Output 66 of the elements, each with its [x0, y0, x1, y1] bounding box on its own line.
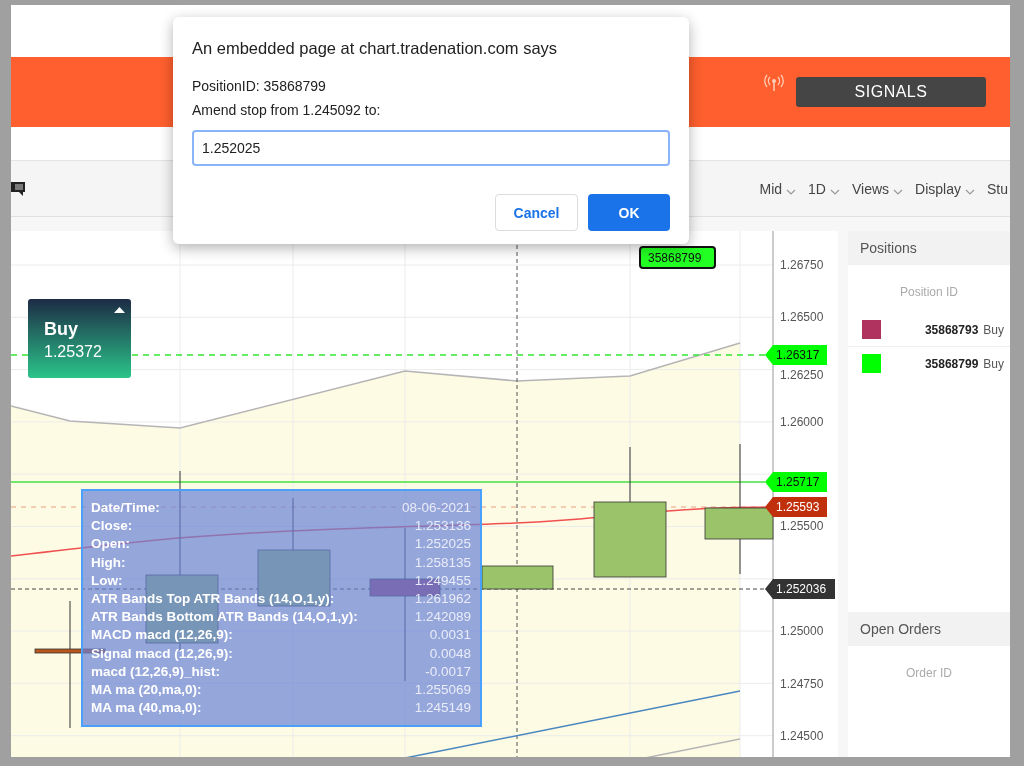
buy-label: Buy — [44, 319, 79, 340]
tooltip-label: ATR Bands Bottom ATR Bands (14,O,1,y): — [91, 608, 358, 627]
tooltip-label: Low: — [91, 571, 123, 590]
chevron-down-icon — [965, 188, 975, 195]
price-axis-label: 1.26000 — [780, 415, 824, 429]
tooltip-label: Open: — [91, 535, 130, 554]
position-side: Buy — [983, 322, 1004, 337]
position-tag: 35868799 — [639, 246, 716, 269]
tooltip-value: 1.255069 — [414, 681, 471, 700]
tooltip-label: ATR Bands Top ATR Bands (14,O,1,y): — [91, 590, 335, 608]
caret-up-icon — [114, 307, 125, 313]
tooltip-label: MA ma (40,ma,0): — [91, 699, 202, 718]
price-axis-label: 1.25000 — [780, 624, 824, 638]
toolbar-dropdown[interactable]: Views — [852, 180, 904, 197]
signals-button[interactable]: SIGNALS — [796, 77, 986, 107]
tooltip-value: 1.258135 — [414, 553, 471, 572]
price-axis-label: 1.25500 — [780, 519, 824, 533]
toolbar-dropdown[interactable]: 1D — [808, 180, 840, 197]
price-tag: 1.25717 — [765, 472, 827, 492]
position-id: 35868799 — [924, 356, 979, 371]
chevron-down-icon — [893, 188, 904, 195]
signal-icon — [764, 74, 784, 92]
chevron-down-icon — [786, 188, 797, 195]
tooltip-label: Date/Time: — [91, 499, 160, 517]
toolbar-dropdown[interactable]: Mid — [759, 180, 797, 197]
dialog-message: Amend stop from 1.245092 to: — [192, 102, 382, 118]
tooltip-value: 1.261962 — [414, 590, 471, 608]
tooltip-value: 0.0048 — [429, 644, 471, 663]
tooltip-value: 1.242089 — [414, 608, 471, 627]
tooltip-value: 1.252025 — [414, 535, 471, 554]
tooltip-value: 08-06-2021 — [401, 499, 471, 517]
input-field[interactable]: 1.252025 — [192, 130, 670, 166]
dialog-message: PositionID: 35868799 — [192, 78, 327, 94]
toolbar-dropdown[interactable]: Display — [915, 180, 975, 197]
price-tag: 1.25593 — [765, 497, 827, 517]
buy-price: 1.25372 — [44, 343, 103, 361]
price-axis-label: 1.24500 — [780, 729, 824, 743]
tooltip-label: MACD macd (12,26,9): — [91, 626, 233, 645]
price-axis-label: 1.24750 — [780, 677, 824, 691]
tooltip-value: 1.245149 — [414, 699, 471, 718]
buy-panel[interactable]: Buy 1.25372 — [28, 299, 131, 378]
price-axis-label: 1.26750 — [780, 258, 824, 272]
panel-header: Positions — [848, 231, 1010, 265]
tooltip-value: 1.249455 — [414, 571, 471, 590]
position-side: Buy — [983, 356, 1004, 371]
price-tag: 1.26317 — [765, 345, 827, 365]
ok-button[interactable]: OK — [588, 194, 670, 231]
panel-header: Open Orders — [848, 612, 1010, 646]
column-header: Order ID — [905, 666, 953, 680]
cancel-button[interactable]: Cancel — [495, 194, 578, 231]
tooltip-value: -0.0017 — [425, 662, 471, 681]
tooltip-label: Close: — [91, 517, 133, 536]
tooltip-value: 1.253136 — [414, 517, 471, 536]
tooltip-value: 0.0031 — [429, 626, 471, 645]
dialog-title: An embedded page at chart.tradenation.com says — [192, 39, 559, 58]
price-tag: 1.252036 — [765, 579, 835, 599]
tooltip-label: High: — [91, 553, 126, 572]
price-axis-label: 1.26250 — [780, 368, 824, 382]
tooltip-label: Signal macd (12,26,9): — [91, 644, 233, 663]
price-axis-label: 1.26500 — [780, 310, 824, 324]
column-header: Position ID — [899, 285, 959, 299]
toolbar-dropdown[interactable]: Stu — [987, 180, 1008, 197]
position-id: 35868793 — [924, 322, 979, 337]
chevron-down-icon — [830, 188, 840, 195]
tooltip-label: macd (12,26,9)_hist: — [91, 662, 221, 681]
tooltip-label: MA ma (20,ma,0): — [91, 681, 202, 700]
